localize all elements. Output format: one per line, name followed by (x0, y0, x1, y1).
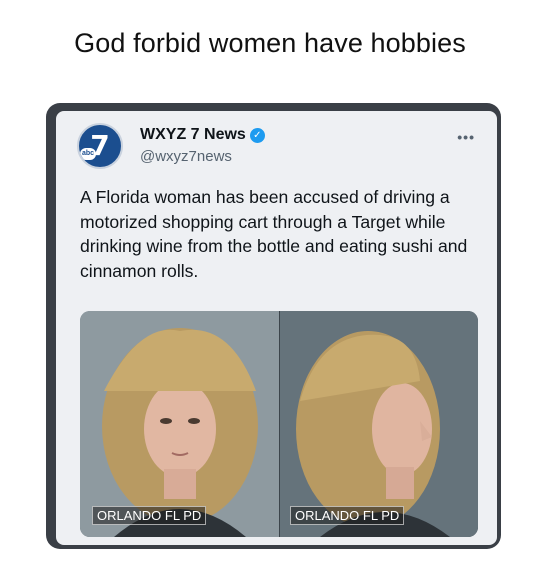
profile-portrait-illustration (280, 311, 478, 537)
police-watermark-left: ORLANDO FL PD (92, 506, 207, 525)
channel-seven-logo: 7 (90, 129, 110, 162)
mugshot-image: ORLANDO FL PD ORLANDO FL PD (80, 311, 478, 537)
account-display-name: WXYZ 7 News (140, 126, 246, 143)
meme-caption: God forbid women have hobbies (74, 28, 466, 58)
more-options-icon: ••• (457, 129, 475, 145)
verified-badge-icon: ✓ (249, 127, 265, 143)
meme-page: God forbid women have hobbies 7 abc WXYZ… (0, 0, 540, 569)
wxyz-logo-avatar: 7 abc (77, 123, 123, 169)
mugshot-side-view: ORLANDO FL PD (279, 311, 478, 537)
mugshot-front-view: ORLANDO FL PD (80, 311, 279, 537)
front-portrait-illustration (80, 311, 279, 537)
account-handle: @wxyz7news (140, 148, 232, 165)
tweet-text: A Florida woman has been accused of driv… (80, 187, 468, 281)
tweet-name-row: WXYZ 7 News ✓ (140, 125, 265, 145)
tweet-photo: 7 abc WXYZ 7 News ✓ @wxyz7news ••• A Flo… (46, 103, 501, 549)
police-watermark-right: ORLANDO FL PD (290, 506, 405, 525)
tweet-card: 7 abc WXYZ 7 News ✓ @wxyz7news ••• A Flo… (56, 111, 497, 545)
abc-badge-logo: abc (80, 148, 96, 160)
